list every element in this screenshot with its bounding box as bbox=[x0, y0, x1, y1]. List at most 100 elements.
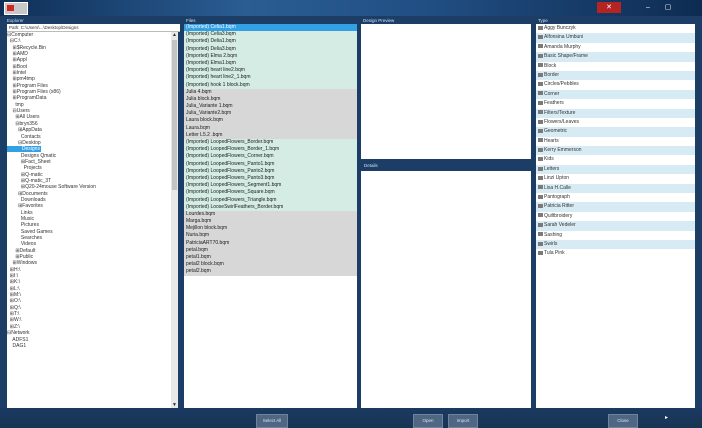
folder-icon bbox=[538, 222, 543, 227]
tree-node-label: ⊞T:\ bbox=[7, 311, 20, 318]
group-item[interactable]: Lisa H.Calle bbox=[536, 183, 695, 194]
folder-icon bbox=[538, 72, 543, 77]
file-row[interactable]: (Imported) LoopedFlowers_Panto3.bqm bbox=[184, 174, 357, 183]
file-row[interactable]: (Imported) LoopedFlowers_Corner.bqm bbox=[184, 153, 357, 161]
file-row[interactable]: petal2 block.bqm bbox=[184, 261, 357, 269]
group-item[interactable]: Swirls bbox=[536, 239, 695, 250]
group-item[interactable]: Linzi Upton bbox=[536, 174, 695, 183]
file-row[interactable]: Julia 4.bqm bbox=[184, 88, 357, 96]
tree-node-label: Videos bbox=[7, 241, 37, 248]
group-item[interactable]: Filters/Texture bbox=[536, 108, 695, 118]
file-row[interactable]: (Imported) LooseSwirlFeathers_Border.bqm bbox=[184, 203, 357, 211]
tree-node-label: ⊟Users bbox=[7, 108, 30, 115]
file-row[interactable]: (Imported) LoopedFlowers_Panto1.bqm bbox=[184, 160, 357, 168]
group-item[interactable]: Corner bbox=[536, 89, 695, 100]
scroll-up-icon[interactable]: ▲ bbox=[171, 32, 178, 38]
files-header: Files bbox=[186, 18, 196, 23]
file-row[interactable]: (Imported) hook 1 block.bqm bbox=[184, 81, 357, 89]
folder-icon bbox=[538, 25, 543, 30]
path-field[interactable]: Path: C:\Users\...\Desktop\Designs bbox=[7, 24, 180, 32]
file-row[interactable]: Lourdes.bqm bbox=[184, 210, 357, 219]
group-item[interactable]: Alfonsina Umbuni bbox=[536, 33, 695, 43]
file-row[interactable]: (Imported) Celia1.bqm bbox=[184, 24, 357, 32]
tree-node[interactable]: DAG1 bbox=[7, 343, 171, 349]
tree-scrollbar[interactable]: ▲ ▼ bbox=[171, 32, 178, 408]
file-row[interactable]: Marga.bqm bbox=[184, 218, 357, 226]
group-item-label: Hearts bbox=[544, 137, 559, 144]
tree-node-label: Searches bbox=[7, 235, 43, 241]
group-item[interactable]: Hearts bbox=[536, 137, 695, 146]
tree-node-label: ⊞Intel bbox=[7, 70, 27, 77]
tree-node-label: Links bbox=[7, 209, 33, 216]
group-item[interactable]: Basic Shape/Frame bbox=[536, 52, 695, 62]
file-row[interactable]: Laura.bqm bbox=[184, 124, 357, 132]
file-row[interactable]: (Imported) LoopedFlowers_Border.bqm bbox=[184, 139, 357, 147]
group-item[interactable]: Quiltbroidery bbox=[536, 212, 695, 221]
file-row[interactable]: (Imported) LoopedFlowers_Square.bqm bbox=[184, 189, 357, 197]
group-item[interactable]: Aggy Bunczyk bbox=[536, 24, 695, 33]
tree-node-label: ADFS1 bbox=[7, 336, 29, 343]
maximize-button[interactable]: ▢ bbox=[660, 2, 676, 13]
tree-node-label: ⊞I:\ bbox=[7, 273, 19, 280]
file-row[interactable]: (Imported) heart line2_1.bqm bbox=[184, 74, 357, 82]
file-row[interactable]: Julia block.bqm bbox=[184, 95, 357, 104]
group-item[interactable]: Kerry Emmerson bbox=[536, 146, 695, 156]
open-button[interactable]: Open bbox=[413, 414, 443, 428]
file-row[interactable]: (Imported) Elma1.bqm bbox=[184, 59, 357, 68]
file-row[interactable]: (Imported) LoopedFlowers_Triangle.bqm bbox=[184, 196, 357, 204]
tree-node-label: Contacts bbox=[7, 133, 41, 140]
group-item[interactable]: Amanda Murphy bbox=[536, 43, 695, 52]
group-item[interactable]: Kids bbox=[536, 155, 695, 164]
file-row[interactable]: petal.bqm bbox=[184, 246, 357, 254]
tree-node-label: ⊞ProgramData bbox=[7, 95, 47, 102]
group-item[interactable]: Sashing bbox=[536, 231, 695, 240]
group-item-label: Kids bbox=[544, 156, 554, 163]
group-item[interactable]: Patricia Ritter bbox=[536, 202, 695, 212]
group-item[interactable]: Pantograph bbox=[536, 193, 695, 202]
group-item-label: Quiltbroidery bbox=[544, 212, 573, 219]
group-item[interactable]: Border bbox=[536, 70, 695, 81]
minimize-button[interactable]: – bbox=[640, 2, 656, 13]
tree-node-label: ⊞Program Files (x86) bbox=[7, 89, 61, 96]
group-item[interactable]: Sarah Vedeler bbox=[536, 221, 695, 231]
file-row[interactable]: (Imported) Delia3.bqm bbox=[184, 45, 357, 53]
tree-node-label: Saved Games bbox=[7, 228, 53, 235]
tree-node-label: ⊞Program Files bbox=[7, 82, 48, 89]
group-item[interactable]: Letters bbox=[536, 164, 695, 175]
group-item[interactable]: Feathers bbox=[536, 99, 695, 108]
folder-icon bbox=[538, 110, 543, 115]
file-row[interactable]: Laura block.bqm bbox=[184, 117, 357, 125]
group-item[interactable]: Block bbox=[536, 62, 695, 71]
file-row[interactable]: PatriciaART70.bqm bbox=[184, 239, 357, 247]
title-bar: – ▢ ✕ bbox=[0, 0, 702, 16]
group-item[interactable]: Circles/Pebbles bbox=[536, 80, 695, 89]
file-list[interactable]: (Imported) Celia1.bqm (Imported) Celia3.b… bbox=[184, 24, 357, 408]
import-button[interactable]: Import bbox=[448, 414, 478, 428]
file-row[interactable]: Julia_Variante 1.bqm bbox=[184, 103, 357, 111]
folder-tree[interactable]: ⊟Computer ⊟C:\ ⊞$Recycle.Bin ⊞AMD ⊞Appl … bbox=[7, 32, 171, 408]
file-row[interactable]: (Imported) LoopedFlowers_Border_1.bqm bbox=[184, 146, 357, 154]
file-row[interactable]: Julia_Variante2.bqm bbox=[184, 110, 357, 118]
close-window-button[interactable]: ✕ bbox=[597, 2, 621, 13]
file-row[interactable]: Letter L5.2 .bqm bbox=[184, 131, 357, 139]
file-row[interactable]: petal1.bqm bbox=[184, 254, 357, 262]
group-item[interactable]: Geometric bbox=[536, 127, 695, 137]
file-row[interactable]: (Imported) heart line2.bqm bbox=[184, 67, 357, 75]
file-row[interactable]: petal2.bqm bbox=[184, 268, 357, 276]
group-item[interactable]: Tula Pink bbox=[536, 249, 695, 258]
details-pane bbox=[361, 171, 531, 408]
file-row[interactable]: (Imported) Celia3.bqm bbox=[184, 31, 357, 39]
file-row[interactable]: (Imported) Elma 2.bqm bbox=[184, 52, 357, 60]
folder-icon bbox=[538, 232, 543, 237]
file-row[interactable]: Mejillon block.bqm bbox=[184, 225, 357, 233]
file-row[interactable]: (Imported) LoopedFlowers_Panto2.bqm bbox=[184, 167, 357, 175]
group-item[interactable]: Flowers/Leaves bbox=[536, 118, 695, 127]
file-row[interactable]: (Imported) LoopedFlowers_Segment1.bqm bbox=[184, 182, 357, 190]
select-all-button[interactable]: Select All bbox=[256, 414, 288, 428]
close-button[interactable]: Close bbox=[608, 414, 638, 428]
scroll-thumb[interactable] bbox=[172, 40, 177, 190]
group-list[interactable]: Aggy Bunczyk Alfonsina Umbuni Amanda Murph… bbox=[536, 24, 695, 408]
folder-icon bbox=[538, 204, 543, 209]
file-row[interactable]: (Imported) Delia1.bqm bbox=[184, 38, 357, 46]
file-row[interactable]: Nuria.bqm bbox=[184, 232, 357, 240]
